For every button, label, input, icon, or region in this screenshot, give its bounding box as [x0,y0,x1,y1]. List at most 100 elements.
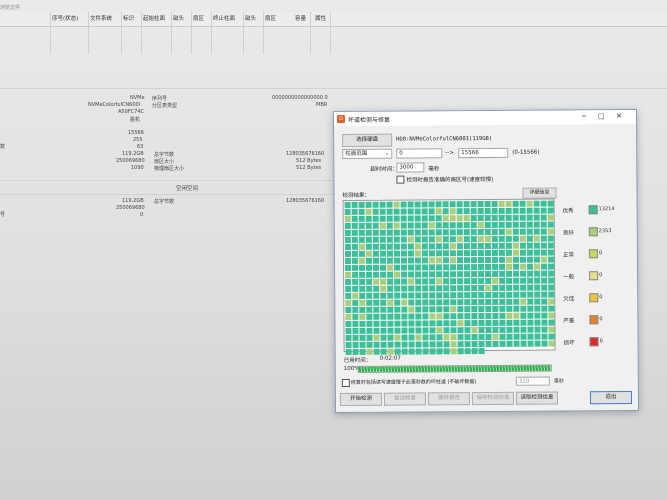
column-header[interactable]: 文件系统 [90,14,112,22]
try-repair-button[interactable]: 尝试修复 [383,392,427,406]
range-select[interactable]: 柱面范围 ⌄ [342,148,393,160]
repair-checkbox[interactable] [341,378,350,388]
sector-cell [442,243,449,250]
serial-value: 0000000000000000 0 [272,95,328,101]
exit-button[interactable]: 退出 [589,390,633,405]
sector-cell [386,250,393,257]
maximize-icon[interactable]: □ [598,112,605,121]
sector-cell [408,341,415,348]
sector-cell [408,299,415,306]
sector-cell [526,242,533,249]
repair-threshold-input[interactable]: 320 [515,376,550,386]
sector-cell [345,271,352,278]
sector-cell [401,278,408,285]
column-header[interactable]: 标识 [123,14,134,22]
sector-cell [443,299,450,306]
timeout-input[interactable]: 3000 [396,162,425,173]
sector-cell [456,257,464,264]
sector-cell [484,207,491,215]
sector-cell [351,236,358,243]
range-start-input[interactable]: 0 [396,148,443,159]
sector-cell [520,319,527,326]
sector-cell [526,228,533,235]
column-header[interactable]: 序号(状态) [52,14,78,22]
sector-cell [352,320,359,327]
sector-cell [394,334,401,341]
legend-row: 正常 0 [563,248,627,258]
close-icon[interactable]: ✕ [616,112,622,121]
sector-cell [443,320,450,327]
column-header[interactable]: 磁头 [245,14,256,22]
sector-cell [373,292,380,299]
dialog-titlebar[interactable]: D 坏道检测与修复 ─ □ ✕ [333,109,637,127]
sector-cell [407,229,414,236]
sector-cell [464,348,471,355]
legend-swatch [588,249,598,259]
column-header[interactable]: 起始柱面 [143,14,165,22]
sector-cell [512,235,519,242]
sector-cell [492,284,499,291]
sector-cell [359,264,366,271]
sector-cell [513,263,520,270]
column-divider [191,12,192,54]
sector-cell [548,263,555,270]
partition-type-label: 分区表类型 [152,103,178,109]
sector-cell [408,320,415,327]
sector-cell [512,214,519,221]
legend-count: 0 [599,294,603,301]
sector-cell [457,306,464,313]
sector-cell [499,263,506,270]
sector-cell [548,312,555,319]
sector-cell [401,327,408,334]
sector-cell [365,257,373,264]
section-divider [0,180,334,181]
sector-cell [499,305,506,312]
sector-cell [457,299,464,306]
sector-cell [534,270,541,277]
sector-cell [345,292,352,299]
sector-cell [491,214,498,221]
column-header[interactable]: 扇区 [265,14,276,22]
sector-cell [456,222,463,229]
column-header[interactable]: 终止柱面 [213,14,235,22]
sector-cell [345,278,352,285]
start-button[interactable]: 开始检测 [339,392,383,407]
save-report-button[interactable]: 保存报告 [427,392,471,406]
legend-swatch [589,293,599,303]
sector-cell [443,348,450,355]
sector-cell [415,320,422,327]
sector-cell [352,327,359,334]
minimize-icon[interactable]: ─ [582,112,586,121]
column-header[interactable]: 属性 [315,14,326,22]
sector-cell [345,348,352,355]
report-checkbox[interactable] [396,175,405,184]
sector-cell [484,242,491,250]
sector-cell [477,243,484,250]
range-end-input[interactable]: 15566 [458,147,509,159]
sector-cell [372,250,379,257]
sector-cell [372,229,379,236]
sector-cell [394,341,401,348]
sector-cell [365,215,372,222]
select-disk-button[interactable]: 选择硬盘 [342,133,393,148]
sector-cell [520,340,527,347]
sector-cell [547,221,554,228]
load-info-button[interactable]: 读取检测信息 [515,391,559,405]
sector-cell [548,277,555,284]
sector-cell [401,348,408,355]
column-header[interactable]: 容量 [295,14,306,22]
save-info-button[interactable]: 保存检测信息 [471,391,515,406]
sector-cell [470,229,477,236]
column-header[interactable]: 磁头 [173,14,184,22]
sector-cell [513,284,520,291]
sector-cell [422,313,429,320]
sector-cell [415,299,422,306]
sector-cell [400,215,407,222]
sector-cell [471,271,478,278]
sectors-value: 63 [137,144,144,150]
column-header[interactable]: 扇区 [193,14,204,22]
legend-swatch [588,227,598,237]
legend-count: 0 [599,316,603,323]
detail-button[interactable]: 详细信息 [522,187,557,199]
sector-cell [470,208,477,215]
